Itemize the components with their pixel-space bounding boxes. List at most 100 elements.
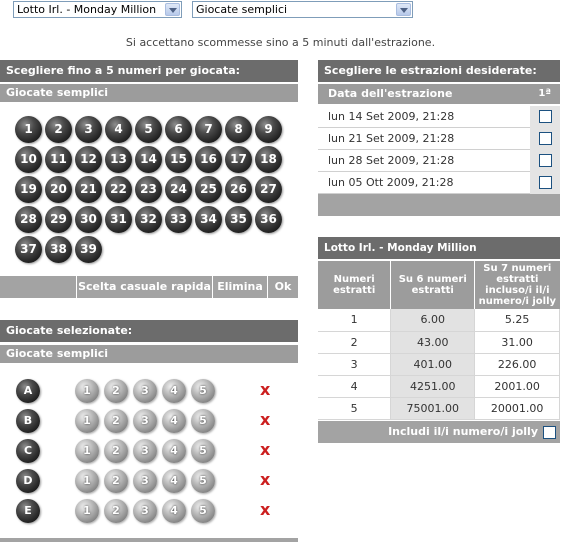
number-ball-28[interactable]: 28 (15, 206, 42, 233)
number-ball-33[interactable]: 33 (165, 206, 192, 233)
number-ball-36[interactable]: 36 (255, 206, 282, 233)
number-ball-35[interactable]: 35 (225, 206, 252, 233)
play-slot[interactable]: 1 (75, 409, 99, 433)
play-slot[interactable]: 1 (75, 469, 99, 493)
number-ball-30[interactable]: 30 (75, 206, 102, 233)
ok-button[interactable]: Ok (267, 276, 298, 298)
number-ball-22[interactable]: 22 (105, 176, 132, 203)
delete-play-icon[interactable]: x (260, 382, 270, 398)
play-slot[interactable]: 4 (162, 469, 186, 493)
number-ball-17[interactable]: 17 (225, 146, 252, 173)
selected-plays-title: Giocate selezionate: (0, 320, 298, 342)
number-ball-24[interactable]: 24 (165, 176, 192, 203)
selected-plays-subtitle: Giocate semplici (0, 345, 298, 363)
number-ball-18[interactable]: 18 (255, 146, 282, 173)
play-slot[interactable]: 2 (104, 379, 128, 403)
draw-checkbox-cell (530, 128, 560, 150)
random-pick-button[interactable]: Scelta casuale rapida (76, 276, 212, 298)
draw-checkbox[interactable] (539, 176, 552, 189)
number-ball-16[interactable]: 16 (195, 146, 222, 173)
number-ball-10[interactable]: 10 (15, 146, 42, 173)
number-ball-4[interactable]: 4 (105, 116, 132, 143)
number-ball-6[interactable]: 6 (165, 116, 192, 143)
play-slot[interactable]: 3 (133, 439, 157, 463)
delete-button[interactable]: Elimina (212, 276, 267, 298)
delete-play-icon[interactable]: x (260, 442, 270, 458)
number-ball-23[interactable]: 23 (135, 176, 162, 203)
number-ball-21[interactable]: 21 (75, 176, 102, 203)
number-ball-8[interactable]: 8 (225, 116, 252, 143)
multiplier-seven-cell: 5.25 (474, 309, 560, 332)
play-slot[interactable]: 5 (191, 439, 215, 463)
number-ball-1[interactable]: 1 (15, 116, 42, 143)
number-ball-39[interactable]: 39 (75, 236, 102, 263)
play-slot[interactable]: 2 (104, 499, 128, 523)
multiplier-seven-cell: 226.00 (474, 353, 560, 376)
chevron-down-icon[interactable] (165, 3, 180, 16)
draws-date-column-header: Data dell'estrazione (328, 87, 453, 100)
number-ball-29[interactable]: 29 (45, 206, 72, 233)
draws-footer (318, 194, 560, 216)
number-ball-31[interactable]: 31 (105, 206, 132, 233)
play-slot[interactable]: 3 (133, 469, 157, 493)
game-select[interactable]: Lotto Irl. - Monday Million (13, 1, 182, 18)
number-ball-3[interactable]: 3 (75, 116, 102, 143)
number-ball-25[interactable]: 25 (195, 176, 222, 203)
number-ball-38[interactable]: 38 (45, 236, 72, 263)
number-ball-2[interactable]: 2 (45, 116, 72, 143)
play-slot[interactable]: 5 (191, 499, 215, 523)
draws-check-column-header: 1ª (538, 88, 551, 99)
number-ball-9[interactable]: 9 (255, 116, 282, 143)
play-slot[interactable]: 3 (133, 499, 157, 523)
number-ball-32[interactable]: 32 (135, 206, 162, 233)
multiplier-col-seven: Su 7 numeri estratti incluso/i il/i nume… (474, 261, 560, 309)
play-slot[interactable]: 4 (162, 409, 186, 433)
play-slot[interactable]: 1 (75, 499, 99, 523)
jolly-checkbox[interactable] (543, 426, 556, 439)
number-ball-37[interactable]: 37 (15, 236, 42, 263)
play-slot[interactable]: 4 (162, 439, 186, 463)
chevron-down-icon[interactable] (396, 3, 411, 16)
play-slot[interactable]: 1 (75, 379, 99, 403)
delete-play-icon[interactable]: x (260, 412, 270, 428)
draw-checkbox[interactable] (539, 132, 552, 145)
play-slot[interactable]: 3 (133, 379, 157, 403)
number-ball-11[interactable]: 11 (45, 146, 72, 173)
play-slot[interactable]: 1 (75, 439, 99, 463)
draw-checkbox[interactable] (539, 110, 552, 123)
jolly-bar: Includi il/i numero/i jolly (318, 421, 560, 443)
number-ball-15[interactable]: 15 (165, 146, 192, 173)
delete-play-icon[interactable]: x (260, 472, 270, 488)
play-type-select[interactable]: Giocate semplici (192, 1, 413, 18)
number-ball-26[interactable]: 26 (225, 176, 252, 203)
draw-date-row: lun 14 Set 2009, 21:28 (318, 106, 560, 128)
delete-play-icon[interactable]: x (260, 502, 270, 518)
number-ball-34[interactable]: 34 (195, 206, 222, 233)
play-slot[interactable]: 4 (162, 379, 186, 403)
number-ball-12[interactable]: 12 (75, 146, 102, 173)
number-ball-5[interactable]: 5 (135, 116, 162, 143)
play-slot[interactable]: 5 (191, 409, 215, 433)
multiplier-row: 4 4251.00 2001.00 (318, 375, 560, 398)
draw-checkbox[interactable] (539, 154, 552, 167)
multiplier-row: 5 75001.00 20001.00 (318, 397, 560, 420)
number-ball-19[interactable]: 19 (15, 176, 42, 203)
draw-checkbox-cell (530, 172, 560, 194)
number-ball-27[interactable]: 27 (255, 176, 282, 203)
play-slot[interactable]: 3 (133, 409, 157, 433)
multiplier-row: 1 6.00 5.25 (318, 309, 560, 332)
play-slot[interactable]: 2 (104, 469, 128, 493)
number-ball-13[interactable]: 13 (105, 146, 132, 173)
play-slot[interactable]: 2 (104, 439, 128, 463)
number-ball-20[interactable]: 20 (45, 176, 72, 203)
multiplier-title: Lotto Irl. - Monday Million Moltiplicato… (318, 237, 560, 276)
play-slot[interactable]: 5 (191, 379, 215, 403)
number-ball-7[interactable]: 7 (195, 116, 222, 143)
play-slot[interactable]: 2 (104, 409, 128, 433)
play-slot[interactable]: 5 (191, 469, 215, 493)
selected-plays-footer (0, 538, 298, 542)
multiplier-seven-cell: 2001.00 (474, 375, 560, 398)
number-picker-title: Scegliere fino a 5 numeri per giocata: (0, 60, 298, 82)
play-slot[interactable]: 4 (162, 499, 186, 523)
number-ball-14[interactable]: 14 (135, 146, 162, 173)
